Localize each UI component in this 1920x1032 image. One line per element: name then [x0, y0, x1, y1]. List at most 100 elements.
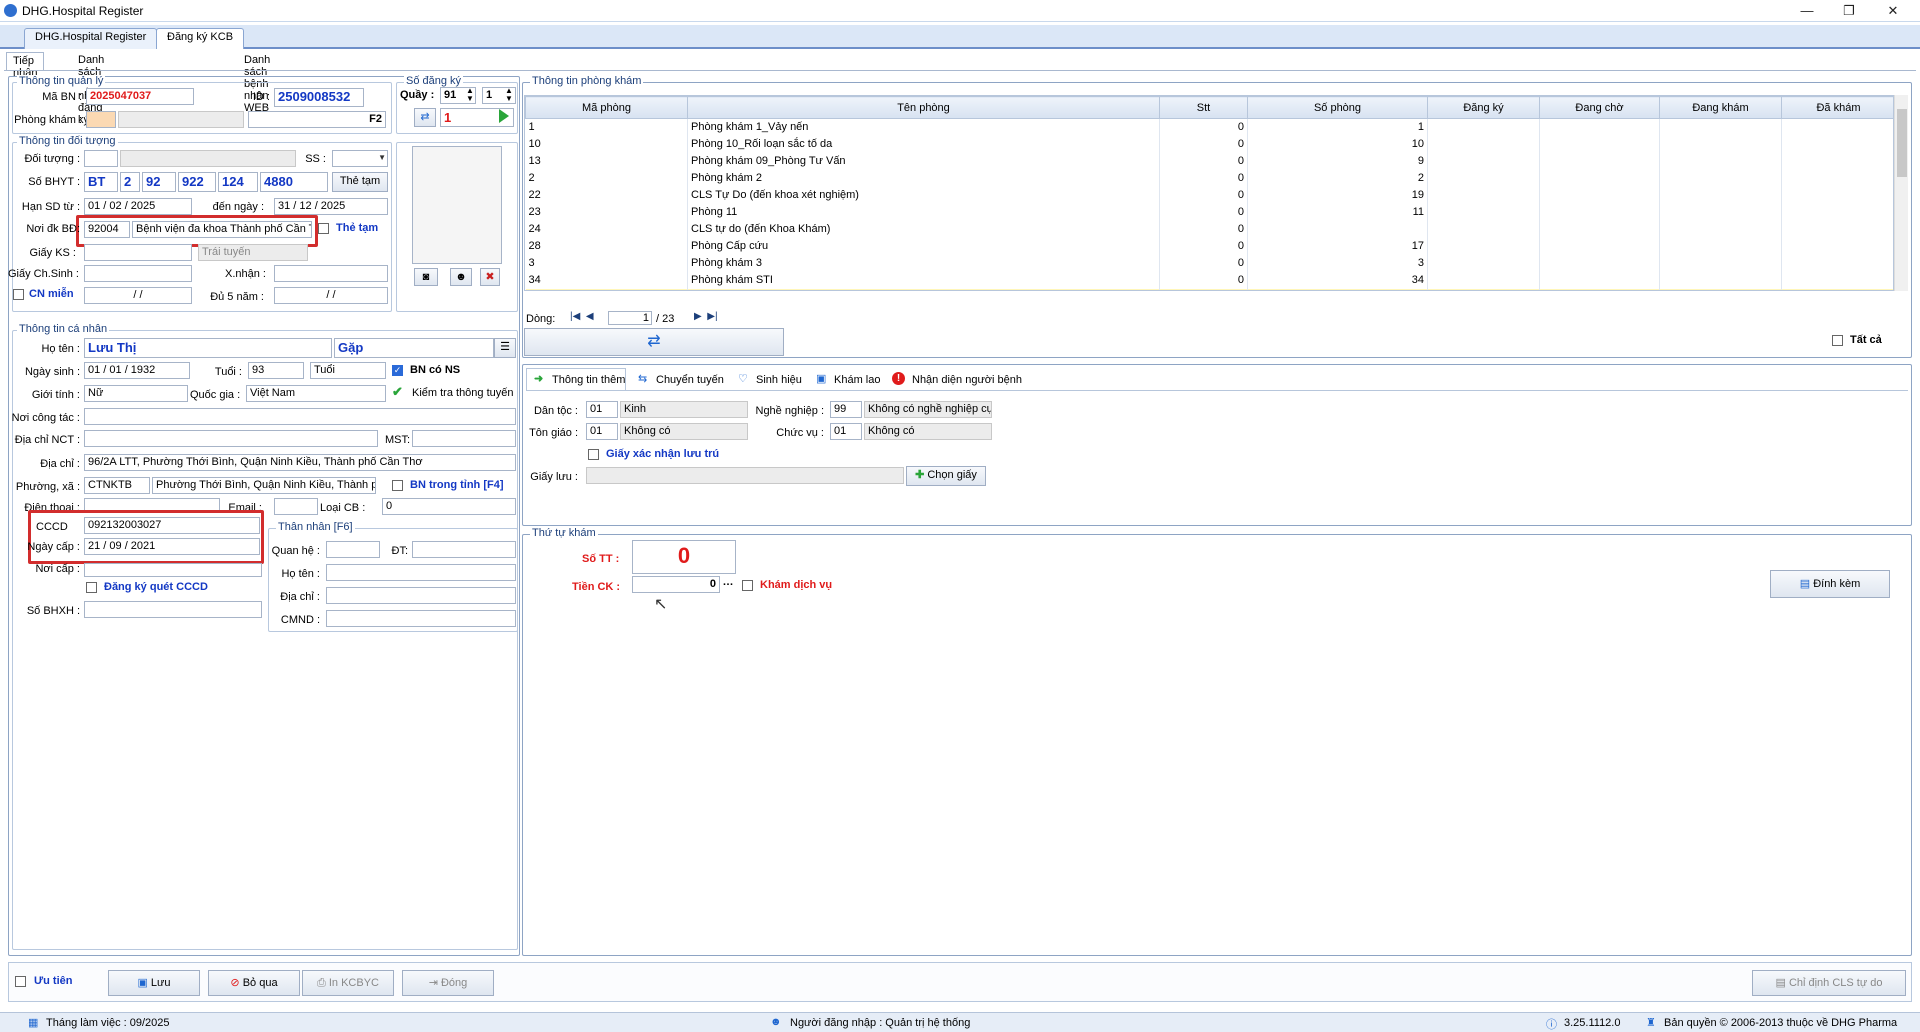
dinh-kem-button[interactable]: ▤ Đính kèm: [1770, 570, 1890, 598]
table-row[interactable]: 2 Phòng khám 202: [525, 169, 1893, 187]
tat-ca-checkbox[interactable]: [1832, 335, 1843, 346]
dia-chi-nct-field[interactable]: [84, 430, 378, 447]
tuoi-unit-select[interactable]: Tuổi: [310, 362, 386, 379]
kiem-tra-button[interactable]: Kiểm tra thông tuyến: [412, 387, 514, 399]
quoc-gia-select[interactable]: Việt Nam: [246, 385, 386, 402]
bhyt-part-5[interactable]: 124: [218, 172, 258, 192]
dia-chi-field[interactable]: 96/2A LTT, Phường Thới Bình, Quận Ninh K…: [84, 454, 516, 471]
user-photo-icon[interactable]: ☻: [450, 268, 472, 286]
gioi-tinh-select[interactable]: Nữ: [84, 385, 188, 402]
cn-mien-checkbox[interactable]: [13, 289, 24, 300]
column-header[interactable]: Mã phòng: [525, 96, 688, 119]
giay-ks-field[interactable]: [84, 244, 192, 261]
more-icon[interactable]: …: [722, 576, 734, 593]
giay-xn-checkbox[interactable]: [588, 449, 599, 460]
column-header[interactable]: Đang khám: [1659, 96, 1782, 119]
table-row[interactable]: 10 Phòng 10_Rối loạn sắc tố da 0 10: [525, 135, 1893, 153]
table-row[interactable]: 13 Phòng khám 09_Phòng Tư Vấn 0 9: [525, 152, 1893, 170]
id-field[interactable]: 2509008532: [274, 88, 364, 107]
in-kcbyc-button[interactable]: ⎙ In KCBYC: [302, 970, 394, 996]
mst-field[interactable]: [412, 430, 516, 447]
email-field[interactable]: [274, 498, 318, 515]
bo-qua-button[interactable]: ⊘ Bỏ qua: [208, 970, 300, 996]
dong-button[interactable]: ⇥ Đóng: [402, 970, 494, 996]
ton-giao-code[interactable]: 01: [586, 423, 618, 440]
quan-he-field[interactable]: [326, 541, 380, 558]
quay-spinner-icon[interactable]: ▲ ▼: [466, 87, 474, 103]
tuoi-field[interactable]: 93: [248, 362, 304, 379]
bhyt-part-2[interactable]: 2: [120, 172, 140, 192]
du5-date[interactable]: / /: [274, 287, 388, 304]
doi-tuong-code[interactable]: [84, 150, 118, 167]
tn-ho-ten-field[interactable]: [326, 564, 516, 581]
phong-kham-code[interactable]: [86, 111, 116, 128]
scrollbar-thumb[interactable]: [1897, 109, 1907, 177]
dk-quet-checkbox[interactable]: [86, 582, 97, 593]
table-row[interactable]: 34 Phòng khám STI 0 34: [525, 271, 1893, 289]
ma-bn-field[interactable]: 2025047037: [86, 88, 194, 105]
noi-dk-name[interactable]: Bệnh viện đa khoa Thành phố Cần Thơ: [132, 221, 312, 238]
bn-trong-tinh-checkbox[interactable]: [392, 480, 403, 491]
kham-dv-checkbox[interactable]: [742, 580, 753, 591]
table-row[interactable]: 3 Phòng khám 303: [525, 254, 1893, 272]
phuong-code[interactable]: CTNKTB: [84, 477, 150, 494]
chon-giay-button[interactable]: ✚ Chọn giấy: [906, 466, 986, 486]
tab-hospital-register[interactable]: DHG.Hospital Register: [24, 28, 158, 49]
noi-cap-field[interactable]: [84, 563, 262, 577]
cn-mien-date[interactable]: / /: [84, 287, 192, 304]
nghe-nghiep-code[interactable]: 99: [830, 401, 862, 418]
ho-field[interactable]: Lưu Thị: [84, 338, 332, 358]
bhyt-part-6[interactable]: 4880: [260, 172, 328, 192]
column-header[interactable]: Đăng ký: [1427, 96, 1540, 119]
reload-table-icon[interactable]: ⇄: [524, 328, 784, 356]
tn-dia-chi-field[interactable]: [326, 587, 516, 604]
tien-ck-field[interactable]: 0: [632, 576, 720, 593]
xnhan-field[interactable]: [274, 265, 388, 282]
ten-field[interactable]: Gặp: [334, 338, 494, 358]
table-row[interactable]: 23 Phòng 11 0 11: [525, 203, 1893, 221]
bhyt-part-1[interactable]: BT: [84, 172, 118, 192]
column-header[interactable]: Đang chờ: [1539, 96, 1660, 119]
bhyt-part-4[interactable]: 922: [178, 172, 216, 192]
tab-chuyen-tuyen[interactable]: Chuyển tuyến: [656, 374, 724, 386]
play-icon[interactable]: [499, 109, 509, 123]
maximize-icon[interactable]: ❐: [1826, 0, 1872, 22]
giay-chsinh-field[interactable]: [84, 265, 192, 282]
luu-button[interactable]: ▣ Lưu: [108, 970, 200, 996]
table-scrollbar[interactable]: [1894, 95, 1908, 291]
bhyt-part-3[interactable]: 92: [142, 172, 176, 192]
cccd-select[interactable]: CCCD: [36, 521, 68, 533]
table-row[interactable]: 1 Phòng khám 1_Vảy nến 0 1: [525, 118, 1893, 136]
column-header[interactable]: Tên phòng: [687, 96, 1160, 119]
minimize-icon[interactable]: —: [1784, 0, 1830, 22]
name-list-icon[interactable]: ☰: [494, 338, 516, 358]
tab-sinh-hieu[interactable]: Sinh hiệu: [756, 374, 802, 386]
tab-ds-dang-ky[interactable]: Danh sách bệnh nhân đăng ký: [72, 52, 110, 126]
tab-thong-tin-them[interactable]: Thông tin thêm: [552, 374, 625, 386]
page-field[interactable]: 1: [608, 311, 652, 325]
han-den-field[interactable]: 31 / 12 / 2025: [274, 198, 388, 215]
camera-icon[interactable]: ◙: [414, 268, 438, 286]
column-header[interactable]: Đã khám: [1781, 96, 1893, 119]
noi-dk-code[interactable]: 92004: [84, 221, 130, 238]
tab-ds-web[interactable]: Danh sách bệnh nhân WEB: [238, 52, 276, 114]
dan-toc-code[interactable]: 01: [586, 401, 618, 418]
chuc-vu-code[interactable]: 01: [830, 423, 862, 440]
column-header[interactable]: Stt: [1159, 96, 1248, 119]
close-icon[interactable]: ✕: [1870, 0, 1916, 22]
tab-nhan-dien[interactable]: Nhận diện người bệnh: [912, 374, 1022, 386]
pager-next-icon[interactable]: ▶ ▶|: [694, 311, 718, 322]
ngay-sinh-field[interactable]: 01 / 01 / 1932: [84, 362, 190, 379]
column-header[interactable]: Số phòng: [1247, 96, 1428, 119]
delete-photo-icon[interactable]: ✖: [480, 268, 500, 286]
pager-first-icon[interactable]: |◀ ◀: [570, 311, 594, 322]
uu-tien-checkbox[interactable]: [15, 976, 26, 987]
the-tam-checkbox[interactable]: [318, 223, 329, 234]
noi-cong-tac-field[interactable]: [84, 408, 516, 425]
tab-tiep-nhan[interactable]: Tiếp nhận: [6, 52, 45, 79]
the-tam-button[interactable]: Thẻ tạm: [332, 172, 388, 192]
tab-dang-ky-kcb[interactable]: Đăng ký KCB: [156, 28, 245, 49]
dt-field[interactable]: [412, 541, 516, 558]
phuong-name[interactable]: Phường Thới Bình, Quận Ninh Kiều, Thành …: [152, 477, 376, 494]
bn-co-ns-checkbox[interactable]: ✓: [392, 365, 403, 376]
